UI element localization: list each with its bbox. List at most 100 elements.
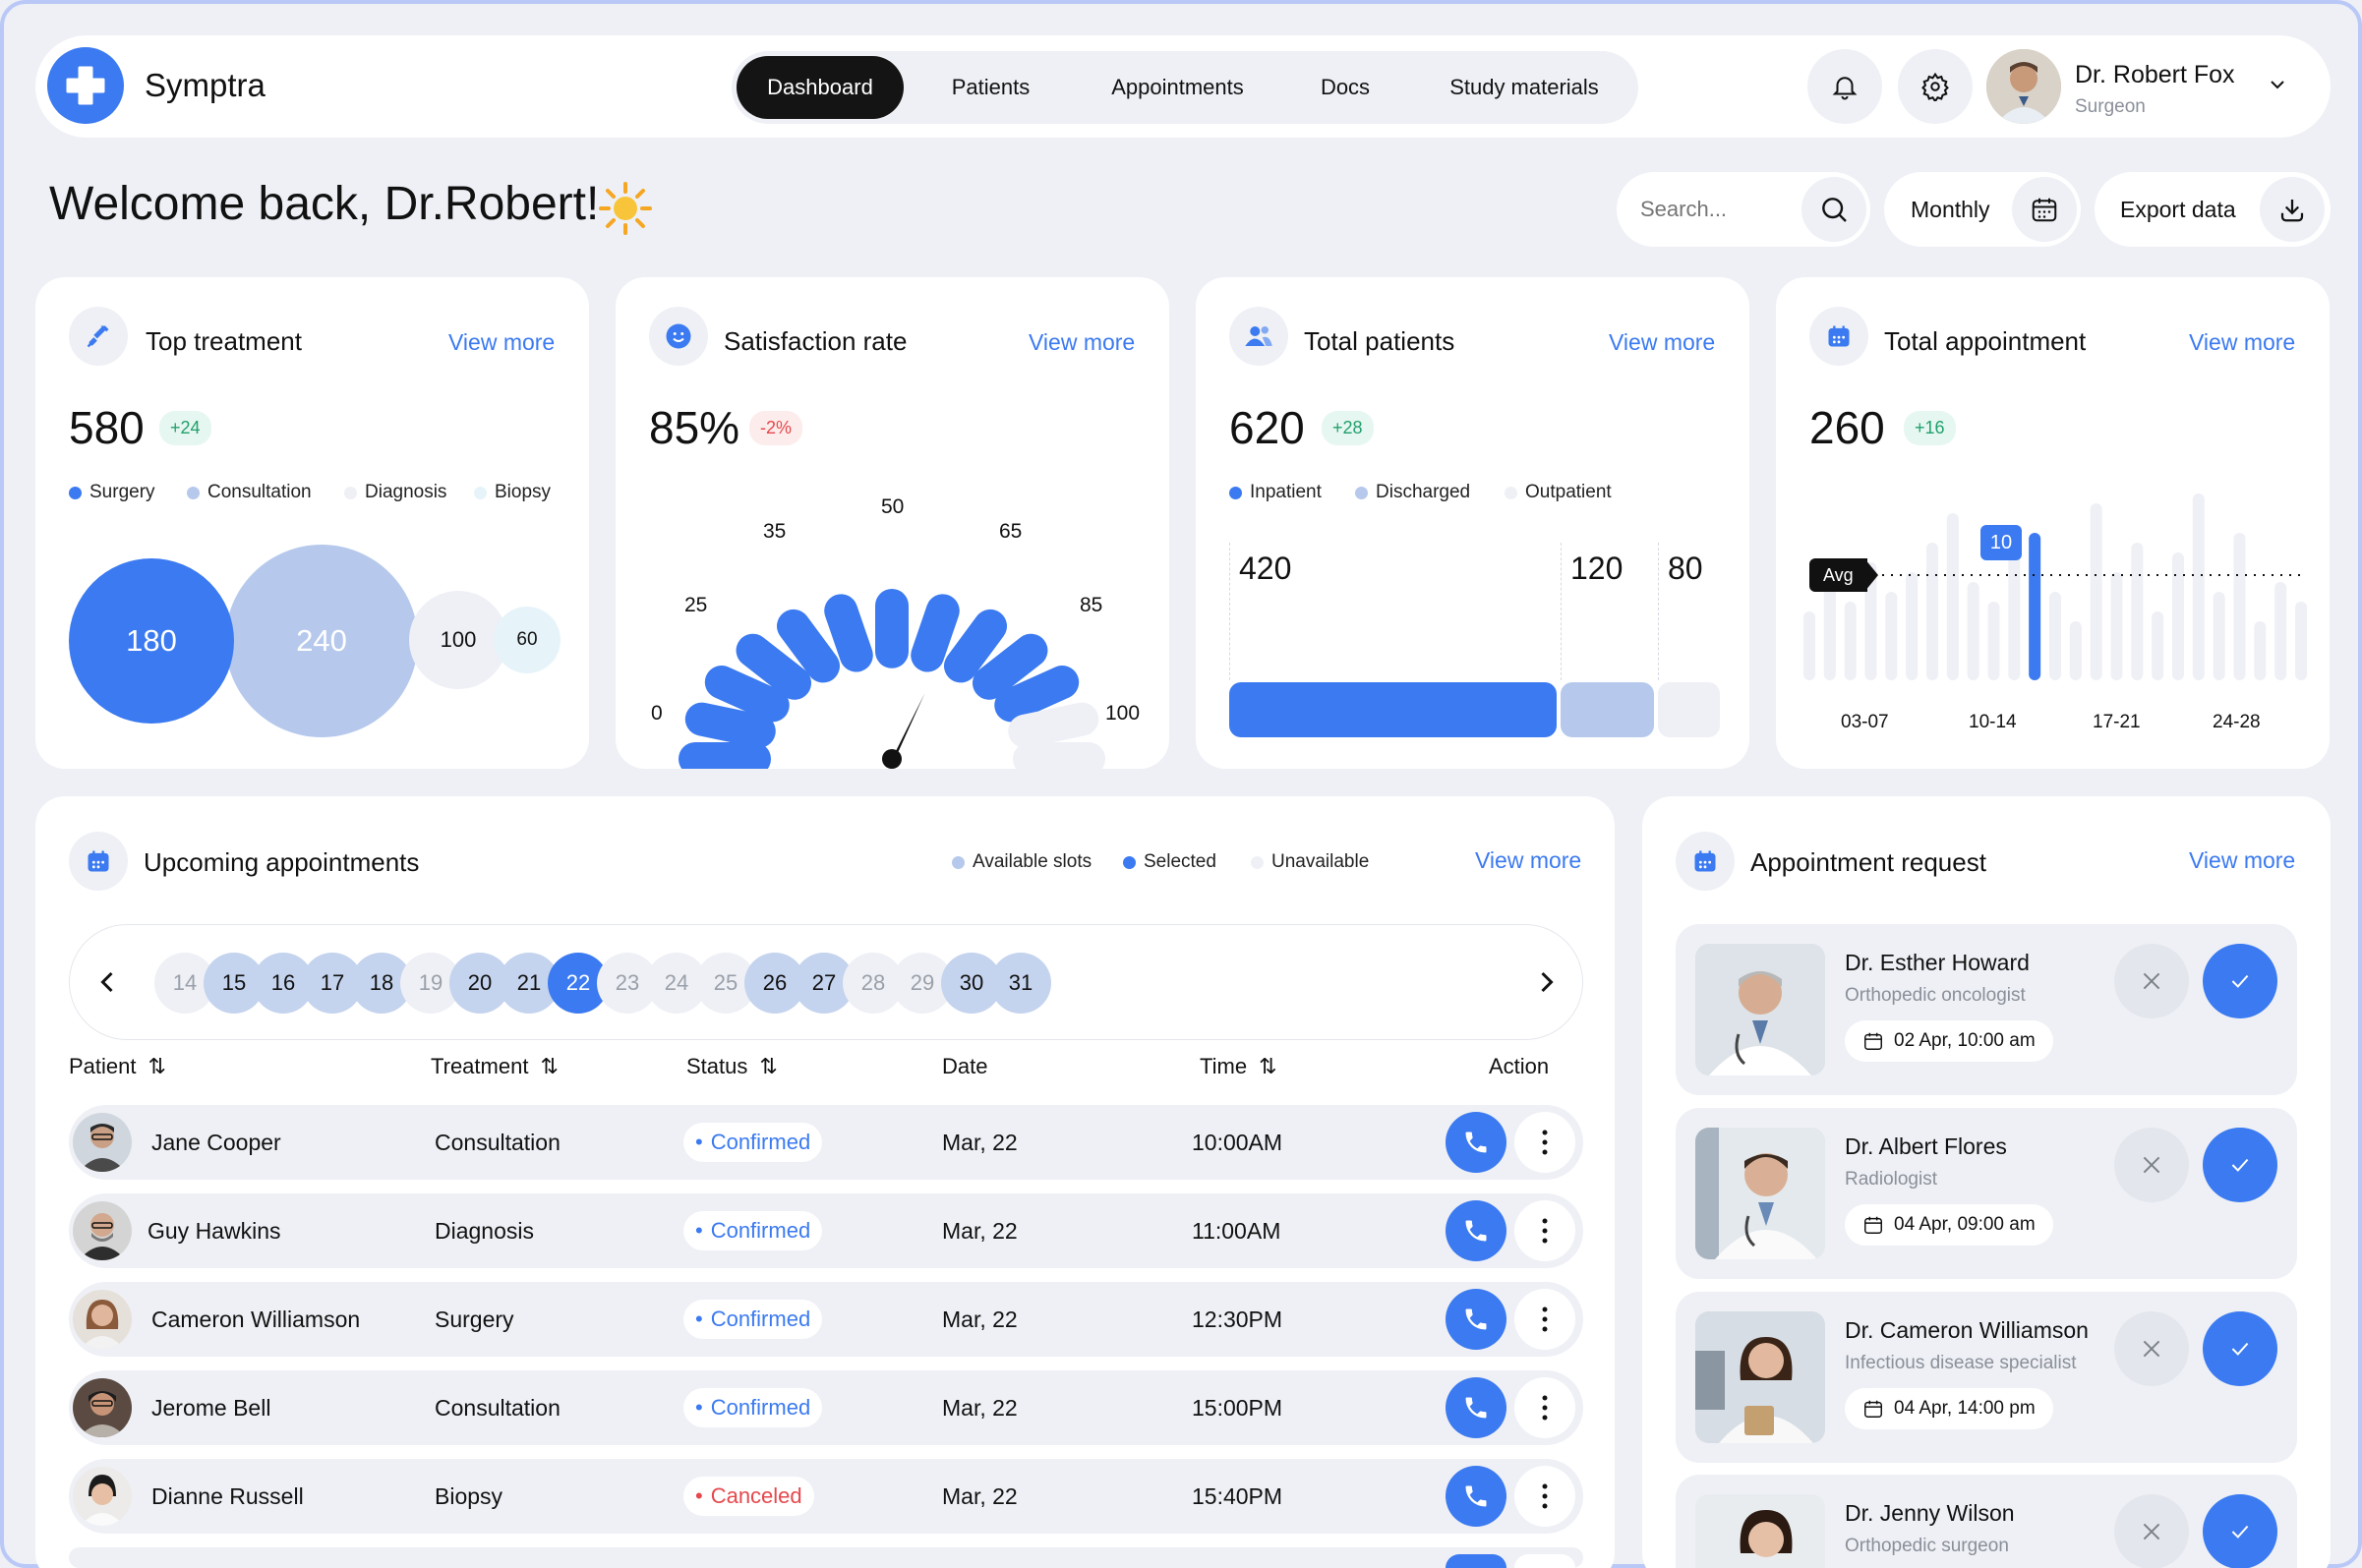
more-button[interactable] — [1514, 1112, 1575, 1173]
doctor-photo — [1695, 1494, 1825, 1568]
call-button[interactable] — [1446, 1200, 1506, 1261]
welcome-title: Welcome back, Dr.Robert! — [49, 178, 600, 230]
tab-appointments[interactable]: Appointments — [1092, 56, 1264, 119]
avatar — [73, 1113, 132, 1172]
gauge-segment — [1008, 702, 1099, 748]
col-time[interactable]: Time ⇅ — [1200, 1054, 1277, 1079]
more-vertical-icon — [1542, 1130, 1548, 1155]
gauge-segment — [736, 633, 812, 700]
request-item: Dr. Esther Howard Orthopedic oncologist … — [1676, 924, 2297, 1095]
download-icon — [2280, 200, 2304, 222]
accept-button[interactable] — [2203, 1128, 2277, 1202]
accept-button[interactable] — [2203, 1494, 2277, 1568]
view-more-link[interactable]: View more — [1029, 329, 1135, 356]
decline-button[interactable] — [2114, 1128, 2189, 1202]
date: Mar, 22 — [942, 1306, 1018, 1332]
app-name: Symptra — [145, 67, 266, 103]
phone-icon — [1465, 1485, 1487, 1507]
check-icon — [2231, 1342, 2249, 1356]
more-button[interactable] — [1514, 1377, 1575, 1438]
patient-segment — [1561, 682, 1654, 737]
appointment-bar — [2131, 543, 2144, 680]
table-row[interactable]: Jane Cooper Consultation • Confirmed Mar,… — [69, 1105, 1583, 1180]
tab-dashboard[interactable]: Dashboard — [737, 56, 904, 119]
table-row[interactable]: Jerome Bell Consultation • Confirmed Mar,… — [69, 1370, 1583, 1445]
avatar — [73, 1201, 132, 1260]
appointment-bar — [1906, 572, 1919, 680]
gauge-tick-0: 0 — [651, 702, 663, 725]
gauge-tick-65: 65 — [999, 520, 1023, 543]
more-vertical-icon — [1542, 1395, 1548, 1421]
bell-icon — [1832, 77, 1858, 100]
doctor-photo — [1695, 1128, 1825, 1259]
tab-patients[interactable]: Patients — [929, 56, 1052, 119]
call-button[interactable] — [1446, 1112, 1506, 1173]
legend-unavailable: Unavailable — [1251, 851, 1369, 873]
prev-chevron-icon[interactable] — [89, 964, 125, 1005]
decline-button[interactable] — [2114, 944, 2189, 1018]
search-input[interactable] — [1640, 187, 1788, 232]
appointment-bar — [2192, 494, 2205, 680]
table-row[interactable] — [69, 1547, 1583, 1568]
legend-outpatient: Outpatient — [1505, 482, 1612, 503]
accept-button[interactable] — [2203, 1311, 2277, 1386]
col-treatment[interactable]: Treatment ⇅ — [431, 1054, 559, 1079]
legend-biopsy: Biopsy — [474, 482, 551, 503]
settings-button[interactable] — [1898, 49, 1973, 124]
call-button[interactable] — [1446, 1377, 1506, 1438]
more-button[interactable] — [1514, 1466, 1575, 1527]
col-status[interactable]: Status ⇅ — [686, 1054, 778, 1079]
appointment-bar — [1803, 611, 1815, 680]
day-31[interactable]: 31 — [990, 953, 1051, 1014]
call-button[interactable] — [1446, 1554, 1506, 1568]
gauge-tick-50: 50 — [881, 495, 905, 518]
user-avatar[interactable] — [1986, 49, 2061, 124]
view-more-link[interactable]: View more — [1609, 329, 1715, 356]
notifications-button[interactable] — [1807, 49, 1882, 124]
request-date: 04 Apr, 09:00 am — [1845, 1204, 2053, 1246]
highlight-label: 10 — [1980, 525, 2022, 560]
appointment-bar — [2274, 582, 2287, 680]
accept-button[interactable] — [2203, 944, 2277, 1018]
gauge-tick-35: 35 — [763, 520, 787, 543]
tab-docs[interactable]: Docs — [1296, 56, 1394, 119]
tab-study-materials[interactable]: Study materials — [1426, 56, 1623, 119]
view-more-link[interactable]: View more — [1475, 847, 1581, 874]
delta-badge: +24 — [159, 411, 211, 445]
decline-button[interactable] — [2114, 1494, 2189, 1568]
treatment: Consultation — [435, 1394, 561, 1421]
appointment-bar — [1987, 602, 2000, 680]
gauge-segment — [777, 609, 840, 683]
user-menu-chevron-icon[interactable] — [2266, 73, 2289, 101]
call-button[interactable] — [1446, 1289, 1506, 1350]
treatment: Diagnosis — [435, 1217, 534, 1244]
sort-icon: ⇅ — [148, 1054, 166, 1078]
calendar-icon — [1676, 832, 1735, 891]
legend-available: Available slots — [952, 851, 1092, 873]
next-chevron-icon[interactable] — [1529, 964, 1565, 1005]
table-row[interactable]: Dianne Russell Biopsy • Canceled Mar, 22 … — [69, 1459, 1583, 1534]
table-row[interactable]: Cameron Williamson Surgery • Confirmed Ma… — [69, 1282, 1583, 1357]
close-icon — [2143, 972, 2160, 990]
more-button[interactable] — [1514, 1554, 1575, 1568]
decline-button[interactable] — [2114, 1311, 2189, 1386]
metric-value: 580 — [69, 402, 145, 453]
table-row[interactable]: Guy Hawkins Diagnosis • Confirmed Mar, 22… — [69, 1193, 1583, 1268]
legend-diagnosis: Diagnosis — [344, 482, 446, 503]
doctor-photo — [1695, 944, 1825, 1075]
appointment-bar — [2008, 552, 2021, 680]
view-more-link[interactable]: View more — [2189, 847, 2295, 874]
view-more-link[interactable]: View more — [448, 329, 555, 356]
more-button[interactable] — [1514, 1289, 1575, 1350]
col-patient[interactable]: Patient ⇅ — [69, 1054, 166, 1079]
export-download-button[interactable] — [2260, 177, 2325, 242]
phone-icon — [1465, 1132, 1487, 1153]
period-calendar-button[interactable] — [2012, 177, 2077, 242]
view-more-link[interactable]: View more — [2189, 329, 2295, 356]
search-button[interactable] — [1801, 177, 1866, 242]
more-button[interactable] — [1514, 1200, 1575, 1261]
appointment-bar — [2213, 592, 2225, 680]
metric-value: 260 — [1809, 402, 1885, 453]
call-button[interactable] — [1446, 1466, 1506, 1527]
user-name: Dr. Robert Fox — [2075, 61, 2235, 88]
